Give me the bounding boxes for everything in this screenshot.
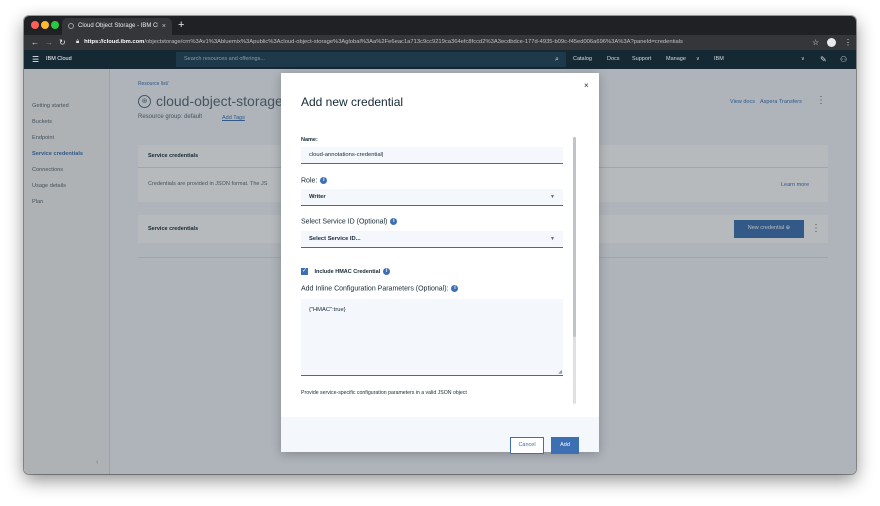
modal-title: Add new credential [301,95,404,109]
hmac-label: Include HMAC Credential [314,268,381,275]
service-id-select-value: Select Service ID... [309,236,361,242]
tab-strip: Cloud Object Storage - IBM Cl × + [24,16,856,35]
resize-handle-icon[interactable]: ◢ [558,369,562,375]
service-id-select[interactable]: Select Service ID... ▼ [301,231,563,248]
account-chevron-down-icon[interactable]: ∨ [801,50,805,69]
profile-avatar-icon[interactable] [827,38,836,47]
inline-config-label: Add Inline Configuration Parameters (Opt… [301,285,459,293]
modal-close-icon[interactable]: × [584,81,589,90]
browser-window: Cloud Object Storage - IBM Cl × + ← → ↻ … [24,16,856,474]
maximize-window-button[interactable] [51,21,59,29]
back-icon[interactable]: ← [31,35,39,50]
url-secure-prefix: https:// [84,39,104,45]
role-info-icon[interactable]: i [320,177,328,184]
tab-close-icon[interactable]: × [162,18,166,35]
hmac-checkbox[interactable]: ✓ [301,268,308,276]
service-id-info-icon[interactable]: i [390,218,398,225]
user-icon[interactable]: ⚇ [840,50,847,69]
nav-link-docs[interactable]: Docs [607,50,620,69]
lock-icon: 🔒︎ [76,39,80,45]
name-input-value: cloud-annotations-credential [309,152,382,158]
role-select[interactable]: Writer ▼ [301,189,563,206]
search-icon[interactable]: ⌕ [555,50,559,69]
nav-link-catalog[interactable]: Catalog [573,50,592,69]
modal-scrollbar-track[interactable] [573,137,576,404]
address-bar-row: ← → ↻ 🔒︎ https://cloud.ibm.com/objectstor… [24,35,856,50]
tab-title: Cloud Object Storage - IBM Cl [78,23,158,29]
hamburger-menu-icon[interactable]: ☰ [32,50,39,69]
modal-scrollbar-thumb[interactable] [573,137,576,337]
role-label: Role: i [301,177,328,185]
nav-link-manage[interactable]: Manage [666,50,686,69]
name-label: Name: [301,137,318,143]
edit-icon[interactable]: ✎ [820,50,827,69]
inline-config-label-text: Add Inline Configuration Parameters (Opt… [301,285,449,293]
new-tab-button[interactable]: + [178,18,184,33]
url-host: cloud.ibm.com [103,39,145,45]
favicon-icon [68,23,74,29]
hmac-info-icon[interactable]: i [383,268,391,276]
name-input[interactable]: cloud-annotations-credential| [301,147,563,164]
service-id-chevron-down-icon: ▼ [550,236,555,242]
service-id-label-text: Select Service ID (Optional) [301,218,388,226]
browser-tab[interactable]: Cloud Object Storage - IBM Cl × [62,18,172,35]
nav-link-support[interactable]: Support [632,50,651,69]
hmac-checkbox-row[interactable]: ✓ Include HMAC Credential i [301,263,391,281]
resource-search-input[interactable]: Search resources and offerings... [176,52,566,67]
browser-menu-icon[interactable]: ⋮ [844,35,852,50]
account-name[interactable]: IBM [714,50,724,69]
url-input[interactable]: 🔒︎ https://cloud.ibm.com/objectstorage/cr… [76,37,806,48]
forward-icon[interactable]: → [45,35,53,50]
role-select-value: Writer [309,194,326,200]
chevron-down-icon[interactable]: ∨ [696,50,700,69]
inline-config-value: {"HMAC":true} [309,307,346,313]
ibm-cloud-header: ☰ IBM Cloud Search resources and offerin… [24,50,856,69]
close-window-button[interactable] [31,21,39,29]
service-id-label: Select Service ID (Optional) i [301,218,398,226]
reload-icon[interactable]: ↻ [59,35,66,50]
add-button[interactable]: Add [551,437,579,454]
inline-config-info-icon[interactable]: i [451,285,459,292]
inline-config-textarea[interactable]: {"HMAC":true} ◢ [301,299,563,376]
cancel-button[interactable]: Cancel [510,437,544,454]
role-label-text: Role: [301,177,318,185]
role-chevron-down-icon: ▼ [550,194,555,200]
bookmark-star-icon[interactable]: ☆ [812,35,819,50]
ibm-cloud-brand[interactable]: IBM Cloud [46,50,72,69]
search-placeholder: Search resources and offerings... [184,56,265,62]
minimize-window-button[interactable] [41,21,49,29]
add-credential-modal: Add new credential × Name: cloud-annotat… [281,73,599,454]
helper-text: Provide service-specific configuration p… [301,390,467,396]
url-path: /objectstorage/crn%3Av1%3Abluemix%3Apubl… [144,39,683,45]
